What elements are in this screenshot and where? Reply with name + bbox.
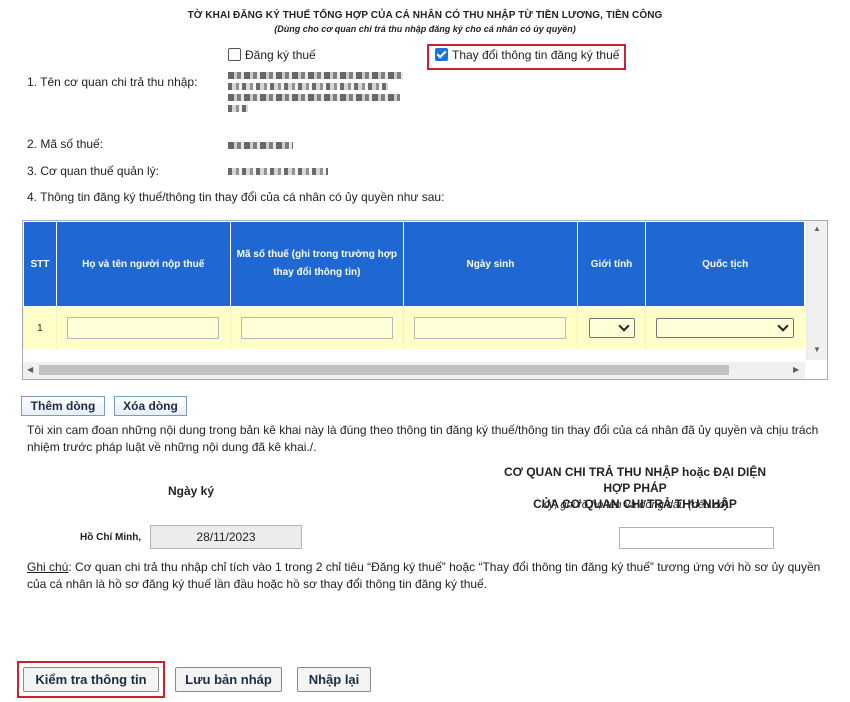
chevron-down-icon (617, 320, 630, 332)
form-title: TỜ KHAI ĐĂNG KÝ THUẾ TỔNG HỢP CỦA CÁ NHÂ… (187, 10, 663, 21)
grid-header-row: STT Họ và tên người nộp thuế Mã số thuế … (23, 221, 805, 307)
note-text: Ghi chú: Cơ quan chi trả thu nhập chỉ tí… (27, 559, 827, 593)
reset-button[interactable]: Nhập lại (297, 667, 371, 692)
sign-date-field[interactable]: 28/11/2023 (150, 525, 302, 549)
location-label: Hồ Chí Minh, (80, 532, 142, 543)
horizontal-scroll-thumb[interactable] (39, 365, 729, 375)
form-subtitle: (Dùng cho cơ quan chi trả thu nhập đăng … (274, 24, 576, 34)
note-body: : Cơ quan chi trả thu nhập chỉ tích vào … (27, 560, 821, 591)
org-heading-line1: CƠ QUAN CHI TRẢ THU NHẬP hoặc ĐẠI DIỆN H… (503, 465, 767, 495)
scroll-down-icon[interactable]: ▼ (813, 345, 821, 354)
tax-office-label: 3. Cơ quan thuế quản lý: (27, 164, 159, 178)
grid-horizontal-scrollbar[interactable]: ◀ ▶ (23, 362, 805, 379)
tax-office-value-redacted (228, 168, 328, 175)
delete-row-button[interactable]: Xóa dòng (114, 396, 187, 416)
save-draft-button[interactable]: Lưu bản nháp (175, 667, 282, 692)
register-checkbox[interactable] (228, 48, 241, 62)
add-row-button[interactable]: Thêm dòng (21, 396, 105, 416)
col-header-nationality: Quốc tịch (645, 221, 805, 307)
col-header-gender: Giới tính (576, 221, 647, 307)
table-row: 1 (23, 306, 805, 349)
note-label: Ghi chú (27, 560, 69, 574)
check-info-button[interactable]: Kiểm tra thông tin (23, 667, 159, 692)
taxpayer-table: STT Họ và tên người nộp thuế Mã số thuế … (23, 221, 805, 349)
gender-select[interactable] (588, 318, 635, 338)
tax-code-input[interactable] (240, 317, 393, 339)
col-header-stt: STT (23, 221, 57, 307)
date-heading: Ngày ký (168, 484, 215, 498)
change-label: Thay đổi thông tin đăng ký thuế (452, 48, 620, 62)
change-checkbox[interactable] (435, 48, 448, 62)
payer-name-value-redacted (228, 72, 403, 112)
tax-code-value-redacted (228, 142, 293, 149)
register-option[interactable]: Đăng ký thuế (228, 48, 316, 62)
birthdate-input[interactable] (414, 317, 567, 339)
scroll-right-icon[interactable]: ▶ (793, 365, 799, 374)
tax-code-label: 2. Mã số thuế: (27, 137, 104, 151)
register-label: Đăng ký thuế (245, 48, 316, 62)
change-option[interactable]: Thay đổi thông tin đăng ký thuế (435, 48, 619, 62)
grid-vertical-scrollbar[interactable]: ▲ ▼ (806, 221, 827, 360)
name-input[interactable] (67, 317, 220, 339)
section4-label: 4. Thông tin đăng ký thuế/thông tin thay… (27, 190, 445, 204)
org-note: Ký, ghi rõ họ tên và đóng dấu (nếu có) (541, 499, 729, 511)
col-header-birthdate: Ngày sinh (403, 221, 578, 307)
chevron-down-icon (777, 320, 790, 332)
col-header-tax-code: Mã số thuế (ghi trong trường hợp thay đổ… (229, 221, 405, 307)
signer-field[interactable] (619, 527, 774, 549)
nationality-select[interactable] (656, 318, 795, 338)
declaration-text: Tôi xin cam đoan những nội dung trong bả… (27, 423, 819, 454)
col-header-name: Họ và tên người nộp thuế (55, 221, 231, 307)
row-stt: 1 (23, 306, 57, 349)
taxpayer-grid[interactable]: STT Họ và tên người nộp thuế Mã số thuế … (22, 220, 828, 380)
scroll-left-icon[interactable]: ◀ (27, 365, 33, 374)
payer-name-label: 1. Tên cơ quan chi trả thu nhập: (27, 75, 198, 89)
scroll-up-icon[interactable]: ▲ (813, 224, 821, 233)
